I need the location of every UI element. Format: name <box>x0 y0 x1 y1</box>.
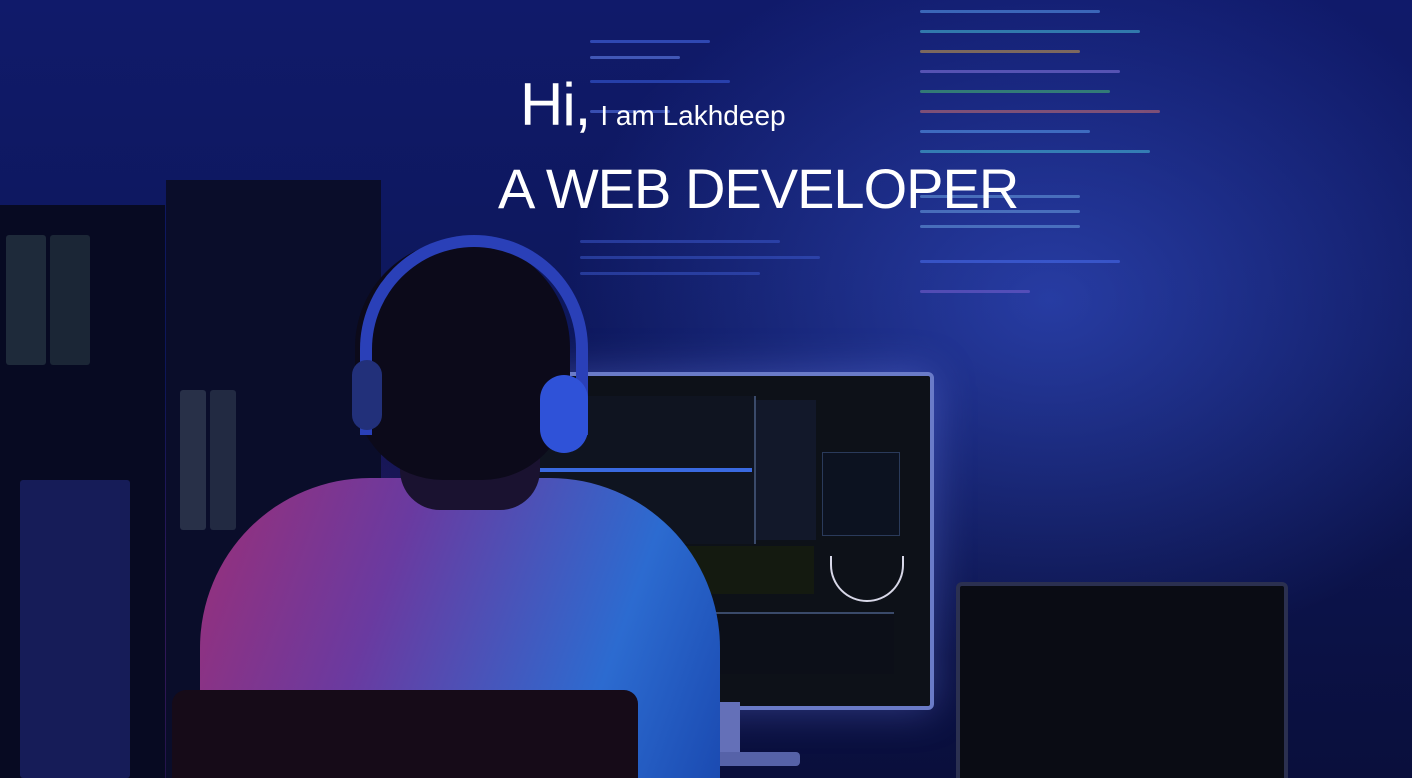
laptop-screen <box>956 582 1288 778</box>
chair <box>172 690 638 778</box>
hero-role-title: A WEB DEVELOPER <box>498 157 1019 220</box>
greeting-name: I am Lakhdeep <box>600 100 786 131</box>
hero-greeting: Hi, I am Lakhdeep <box>520 70 786 139</box>
binder <box>20 480 130 778</box>
binder <box>6 235 46 365</box>
hero-section: Hi, I am Lakhdeep A WEB DEVELOPER <box>0 0 1412 778</box>
greeting-hi: Hi, <box>520 71 591 138</box>
headphone-cup-right <box>540 375 588 453</box>
binder <box>180 390 206 530</box>
binder <box>50 235 90 365</box>
headphone-cup-left <box>352 360 382 430</box>
binder <box>210 390 236 530</box>
